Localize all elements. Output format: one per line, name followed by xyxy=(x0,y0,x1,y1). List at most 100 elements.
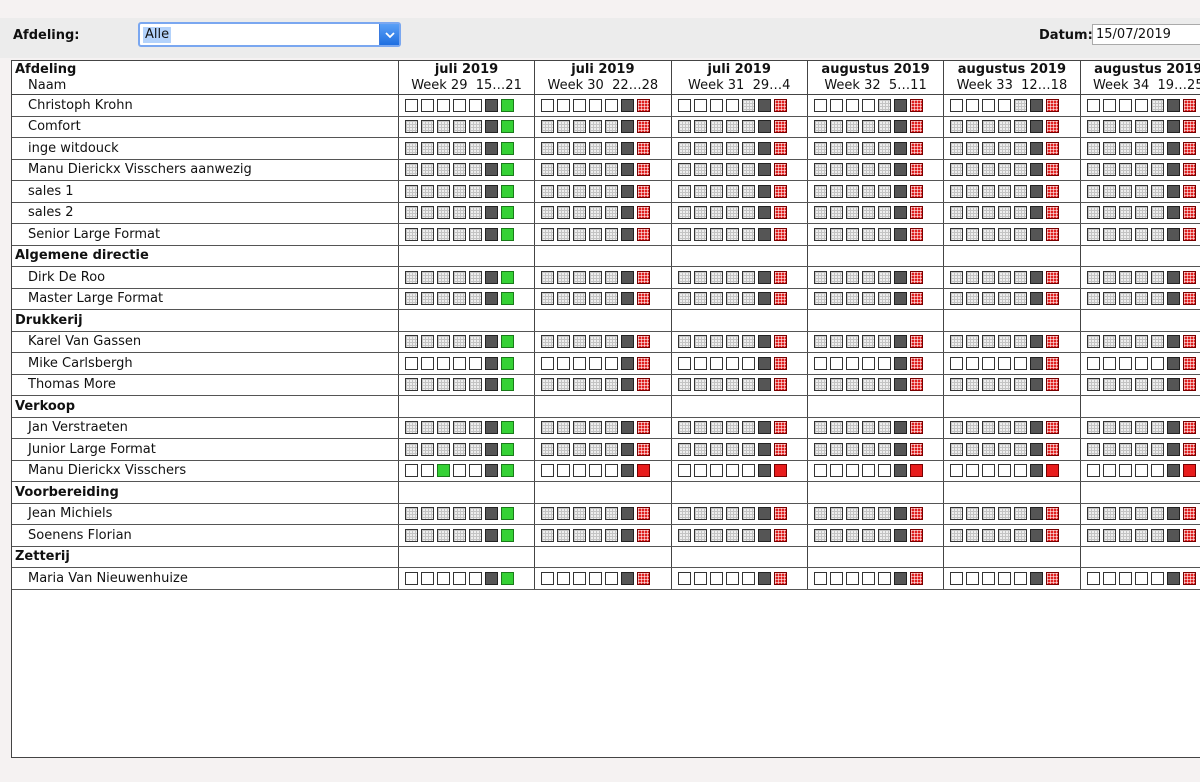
day-box[interactable] xyxy=(1086,120,1100,134)
day-box[interactable] xyxy=(404,141,418,155)
day-box[interactable] xyxy=(950,270,964,284)
day-box[interactable] xyxy=(468,292,482,306)
day-box[interactable] xyxy=(1134,206,1148,220)
day-box[interactable] xyxy=(1046,120,1060,134)
day-box[interactable] xyxy=(1118,120,1132,134)
day-box[interactable] xyxy=(1118,571,1132,585)
day-box[interactable] xyxy=(950,442,964,456)
day-box[interactable] xyxy=(757,421,771,435)
person-name[interactable]: Junior Large Format xyxy=(12,442,397,457)
day-box[interactable] xyxy=(1166,292,1180,306)
day-box[interactable] xyxy=(725,292,739,306)
day-box[interactable] xyxy=(541,270,555,284)
day-box[interactable] xyxy=(950,227,964,241)
day-box[interactable] xyxy=(500,227,514,241)
day-box[interactable] xyxy=(966,206,980,220)
day-box[interactable] xyxy=(1014,442,1028,456)
day-box[interactable] xyxy=(893,120,907,134)
day-box[interactable] xyxy=(452,335,466,349)
day-box[interactable] xyxy=(741,356,755,370)
day-box[interactable] xyxy=(829,571,843,585)
day-box[interactable] xyxy=(693,120,707,134)
day-box[interactable] xyxy=(1030,227,1044,241)
day-box[interactable] xyxy=(725,421,739,435)
day-box[interactable] xyxy=(893,421,907,435)
day-box[interactable] xyxy=(1030,335,1044,349)
day-box[interactable] xyxy=(677,507,691,521)
day-box[interactable] xyxy=(1102,378,1116,392)
afdeling-select[interactable]: Alle xyxy=(138,22,401,47)
chevron-down-icon[interactable] xyxy=(379,24,399,45)
day-box[interactable] xyxy=(966,335,980,349)
day-box[interactable] xyxy=(500,442,514,456)
day-box[interactable] xyxy=(693,507,707,521)
day-box[interactable] xyxy=(557,98,571,112)
day-box[interactable] xyxy=(1086,270,1100,284)
day-box[interactable] xyxy=(1102,141,1116,155)
day-box[interactable] xyxy=(845,98,859,112)
day-box[interactable] xyxy=(1046,270,1060,284)
day-box[interactable] xyxy=(998,335,1012,349)
day-box[interactable] xyxy=(693,98,707,112)
day-box[interactable] xyxy=(557,378,571,392)
day-box[interactable] xyxy=(829,421,843,435)
day-box[interactable] xyxy=(1046,98,1060,112)
day-box[interactable] xyxy=(757,507,771,521)
day-box[interactable] xyxy=(605,184,619,198)
day-box[interactable] xyxy=(1014,292,1028,306)
day-box[interactable] xyxy=(1166,507,1180,521)
day-box[interactable] xyxy=(621,270,635,284)
day-box[interactable] xyxy=(773,464,787,478)
day-box[interactable] xyxy=(1046,292,1060,306)
day-box[interactable] xyxy=(557,141,571,155)
day-box[interactable] xyxy=(1086,184,1100,198)
day-box[interactable] xyxy=(982,335,996,349)
day-box[interactable] xyxy=(589,528,603,542)
day-box[interactable] xyxy=(773,163,787,177)
day-box[interactable] xyxy=(420,442,434,456)
day-box[interactable] xyxy=(693,378,707,392)
day-box[interactable] xyxy=(484,227,498,241)
day-box[interactable] xyxy=(1182,98,1196,112)
day-box[interactable] xyxy=(637,163,651,177)
day-box[interactable] xyxy=(589,571,603,585)
day-box[interactable] xyxy=(829,206,843,220)
day-box[interactable] xyxy=(677,206,691,220)
day-box[interactable] xyxy=(621,120,635,134)
day-box[interactable] xyxy=(950,464,964,478)
day-box[interactable] xyxy=(484,507,498,521)
day-box[interactable] xyxy=(500,378,514,392)
day-box[interactable] xyxy=(893,464,907,478)
day-box[interactable] xyxy=(709,227,723,241)
day-box[interactable] xyxy=(966,356,980,370)
day-box[interactable] xyxy=(404,184,418,198)
day-box[interactable] xyxy=(1014,421,1028,435)
day-box[interactable] xyxy=(693,184,707,198)
day-box[interactable] xyxy=(621,528,635,542)
day-box[interactable] xyxy=(725,141,739,155)
day-box[interactable] xyxy=(813,421,827,435)
day-box[interactable] xyxy=(909,206,923,220)
day-box[interactable] xyxy=(950,292,964,306)
day-box[interactable] xyxy=(468,507,482,521)
day-box[interactable] xyxy=(484,292,498,306)
day-box[interactable] xyxy=(677,378,691,392)
day-box[interactable] xyxy=(1086,163,1100,177)
day-box[interactable] xyxy=(813,356,827,370)
day-box[interactable] xyxy=(677,528,691,542)
day-box[interactable] xyxy=(589,378,603,392)
day-box[interactable] xyxy=(725,120,739,134)
day-box[interactable] xyxy=(877,227,891,241)
day-box[interactable] xyxy=(741,421,755,435)
day-box[interactable] xyxy=(404,292,418,306)
day-box[interactable] xyxy=(677,120,691,134)
day-box[interactable] xyxy=(1102,120,1116,134)
day-box[interactable] xyxy=(773,292,787,306)
day-box[interactable] xyxy=(420,356,434,370)
day-box[interactable] xyxy=(573,421,587,435)
day-box[interactable] xyxy=(484,464,498,478)
day-box[interactable] xyxy=(420,335,434,349)
day-box[interactable] xyxy=(1030,270,1044,284)
day-box[interactable] xyxy=(741,528,755,542)
day-box[interactable] xyxy=(1166,141,1180,155)
